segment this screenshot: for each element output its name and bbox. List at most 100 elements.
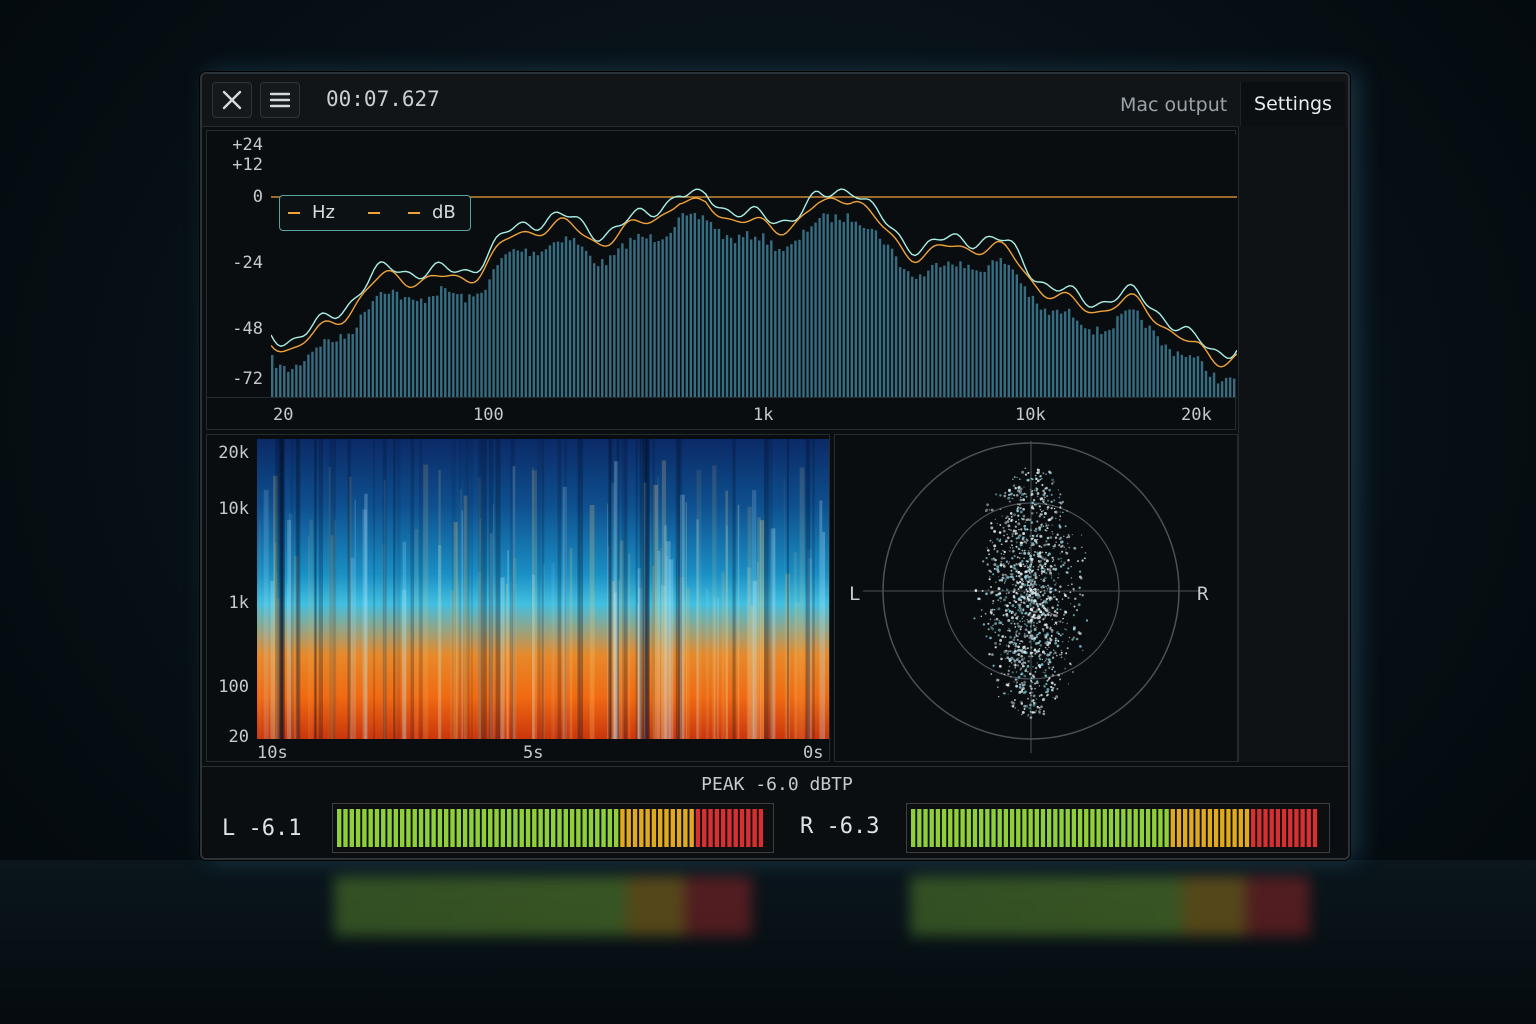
scope-sample-dot xyxy=(1038,608,1041,611)
scope-sample-dot xyxy=(1034,474,1037,477)
scope-sample-dot xyxy=(1026,597,1030,600)
spectrum-bar xyxy=(544,249,548,397)
spectrum-bar xyxy=(480,292,483,397)
meter-segment xyxy=(393,809,399,847)
scope-sample-dot xyxy=(1005,644,1008,647)
scope-sample-dot xyxy=(1022,514,1026,518)
scope-sample-dot xyxy=(1049,591,1052,594)
spectrum-bar xyxy=(673,226,676,397)
scope-sample-dot xyxy=(1047,470,1051,474)
spectrum-bar xyxy=(762,233,765,397)
meter-segment xyxy=(960,809,965,847)
scope-sample-dot xyxy=(993,567,996,570)
spectrogram-gap xyxy=(635,439,638,739)
scope-sample-dot xyxy=(1043,492,1047,495)
scope-sample-dot xyxy=(1036,479,1040,483)
scope-sample-dot xyxy=(1043,684,1046,688)
scope-sample-dot xyxy=(998,695,1000,698)
scope-sample-dot xyxy=(1059,653,1061,656)
spectrum-bar xyxy=(496,265,499,397)
scope-sample-dot xyxy=(1030,608,1034,612)
scope-sample-dot xyxy=(1020,601,1023,604)
scope-sample-dot xyxy=(1040,546,1043,548)
scope-sample-dot xyxy=(1014,525,1017,528)
spectrum-bar xyxy=(778,248,781,397)
scope-sample-dot xyxy=(1041,551,1044,554)
meter-segment xyxy=(1016,809,1021,847)
spectrum-bar xyxy=(1080,324,1083,397)
scope-sample-dot xyxy=(1056,608,1059,611)
spectrum-bar xyxy=(681,213,684,397)
meter-segment xyxy=(1065,809,1070,847)
scope-sample-dot xyxy=(1049,609,1051,611)
spectrum-bar xyxy=(504,254,507,397)
close-button[interactable] xyxy=(212,82,252,118)
spectrum-bar xyxy=(850,221,854,397)
meter-segment xyxy=(381,809,386,847)
meter-segment xyxy=(1139,809,1145,847)
scope-sample-dot xyxy=(1084,557,1086,560)
scope-sample-dot xyxy=(1030,589,1032,591)
scope-sample-dot xyxy=(1061,500,1065,504)
scope-sample-dot xyxy=(1042,564,1045,566)
scope-sample-dot xyxy=(1010,616,1014,620)
scope-sample-dot xyxy=(998,679,1000,681)
scope-sample-dot xyxy=(1010,700,1014,704)
scope-sample-dot xyxy=(1017,597,1021,601)
scope-sample-dot xyxy=(1019,506,1022,510)
meter-segment xyxy=(1176,809,1182,847)
meter-segment xyxy=(1096,809,1101,847)
meter-segment xyxy=(475,809,480,847)
scope-sample-dot xyxy=(1040,510,1043,513)
scope-sample-dot xyxy=(1008,629,1011,632)
scope-sample-dot xyxy=(1042,509,1045,512)
spectrum-bar xyxy=(436,295,439,397)
scope-sample-dot xyxy=(1015,658,1019,661)
scope-sample-dot xyxy=(1041,477,1043,480)
spectrum-bar xyxy=(605,265,608,397)
scope-sample-dot xyxy=(1046,632,1049,636)
scope-sample-dot xyxy=(1043,592,1046,595)
scope-sample-dot xyxy=(1019,496,1022,499)
scope-sample-dot xyxy=(1066,542,1069,545)
scope-sample-dot xyxy=(1001,576,1004,579)
scope-sample-dot xyxy=(1012,547,1014,549)
output-device[interactable]: Mac output xyxy=(1120,94,1227,116)
scope-sample-dot xyxy=(1036,679,1039,683)
scope-sample-dot xyxy=(1011,557,1014,560)
spectrum-bar xyxy=(906,271,910,397)
scope-sample-dot xyxy=(1006,520,1010,523)
scope-sample-dot xyxy=(1020,673,1022,676)
spectrum-bar xyxy=(540,251,544,397)
meter-segment xyxy=(746,809,751,847)
menu-button[interactable] xyxy=(260,82,300,118)
scope-sample-dot xyxy=(1000,560,1003,563)
meter-segment xyxy=(368,809,373,847)
spectrum-bar xyxy=(1011,269,1015,397)
spectrum-bar xyxy=(528,256,532,397)
scope-sample-dot xyxy=(1030,581,1033,584)
spectrum-bar xyxy=(935,262,938,397)
scope-sample-dot xyxy=(999,621,1003,625)
spectrum-bar xyxy=(902,269,906,397)
scope-sample-dot xyxy=(1035,590,1038,593)
meter-segment xyxy=(758,809,764,847)
spectrum-bar xyxy=(741,237,745,397)
scope-sample-dot xyxy=(994,558,997,562)
spectrum-bar xyxy=(709,221,713,397)
scope-sample-dot xyxy=(1005,592,1008,595)
spectrum-legend[interactable]: Hz dB xyxy=(279,195,471,231)
scope-sample-dot xyxy=(1046,693,1049,696)
right-meter-reflection xyxy=(910,876,1310,936)
scope-sample-dot xyxy=(1056,687,1059,690)
spectrum-bar xyxy=(283,365,286,397)
scope-sample-dot xyxy=(973,617,976,620)
scope-sample-dot xyxy=(1042,472,1045,475)
scope-sample-dot xyxy=(1050,587,1053,590)
scope-sample-dot xyxy=(1068,546,1070,549)
scope-sample-dot xyxy=(1033,676,1036,679)
settings-button[interactable]: Settings xyxy=(1240,82,1345,126)
scope-sample-dot xyxy=(1005,683,1009,687)
scope-sample-dot xyxy=(1015,681,1019,684)
scope-sample-dot xyxy=(1045,559,1049,563)
